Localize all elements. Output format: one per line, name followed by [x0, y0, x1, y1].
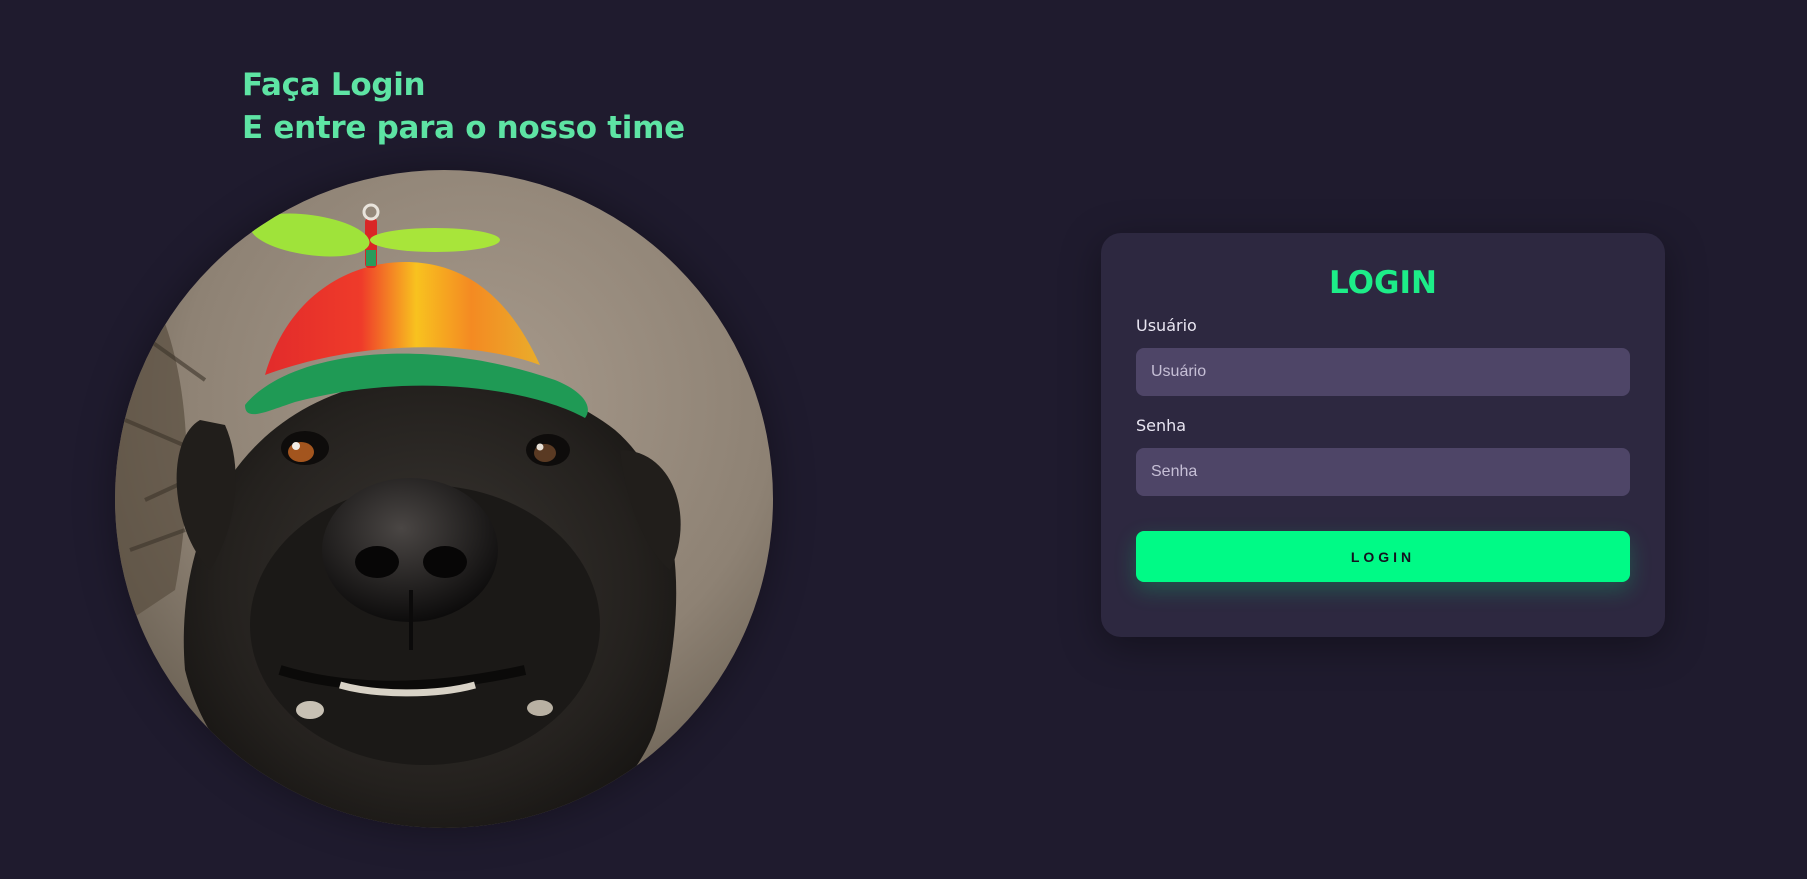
- login-button[interactable]: LOGIN: [1136, 531, 1630, 582]
- hero-heading: Faça Login E entre para o nosso time: [242, 64, 685, 150]
- hero-heading-line-1: Faça Login: [242, 67, 426, 103]
- login-page: Faça Login E entre para o nosso time LOG…: [0, 0, 1807, 879]
- password-input[interactable]: [1136, 448, 1630, 496]
- username-input[interactable]: [1136, 348, 1630, 396]
- login-title: LOGIN: [1329, 265, 1437, 301]
- username-label: Usuário: [1136, 316, 1197, 335]
- login-card: LOGIN Usuário Senha LOGIN: [1101, 233, 1665, 637]
- dog-illustration: [115, 170, 773, 828]
- password-label: Senha: [1136, 416, 1187, 435]
- hero-heading-line-2: E entre para o nosso time: [242, 110, 685, 146]
- hero-dog-image: [115, 170, 773, 828]
